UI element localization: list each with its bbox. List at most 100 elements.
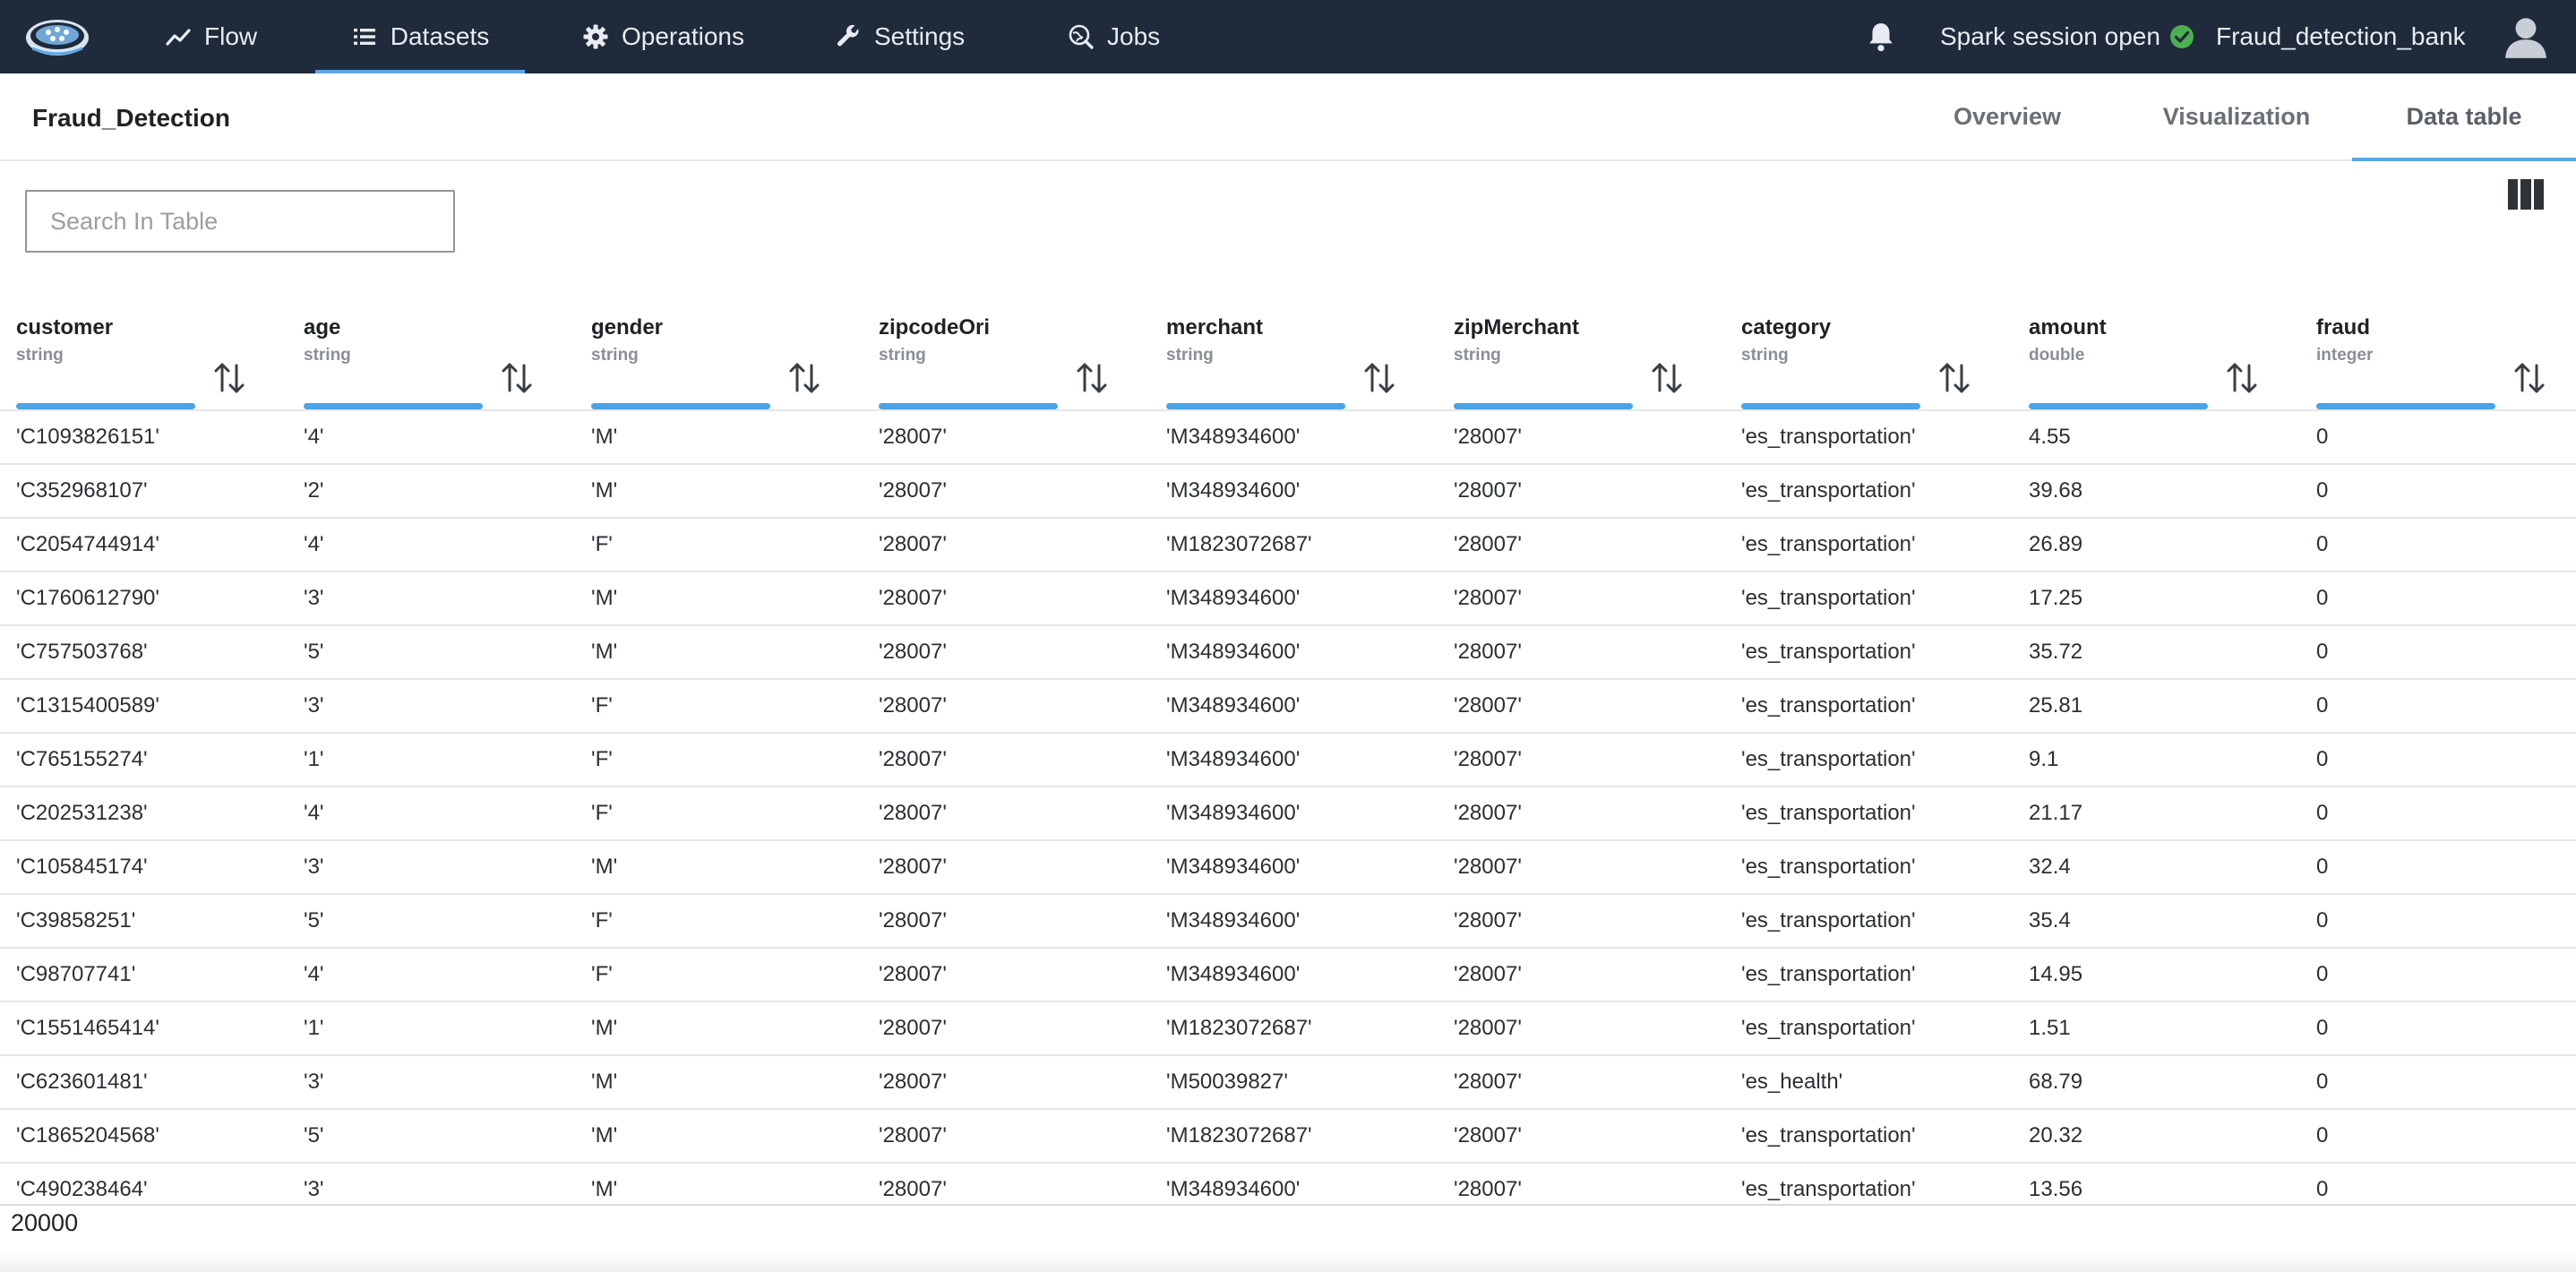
spark-session-status[interactable]: Spark session open [1940,0,2194,73]
table-row[interactable]: 'C98707741' '4' 'F' '28007' 'M348934600' '280… [0,948,2576,1002]
column-quality-bar [2316,403,2495,409]
table-cell-age: '1' [288,733,575,787]
table-cell-customer: 'C1865204568' [0,1109,288,1164]
table-cell-customer: 'C98707741' [0,948,288,1002]
table-cell-age: '2' [288,464,575,519]
table-row[interactable]: 'C352968107' '2' 'M' '28007' 'M348934600' '28… [0,464,2576,519]
table-cell-category: 'es_transportation' [1725,1001,2013,1056]
top-nav-bar: Flow Datasets Operations Settings Jobs S… [0,0,2576,73]
table-cell-fraud: 0 [2300,1163,2576,1204]
column-header-customer[interactable]: customer string [0,283,288,411]
nav-jobs[interactable]: Jobs [1068,0,1175,73]
table-row[interactable]: 'C490238464' '3' 'M' '28007' 'M348934600' '28… [0,1163,2576,1204]
column-header-content: merchant string [1166,315,1435,409]
sort-icon[interactable] [501,360,533,396]
user-avatar-icon [2505,18,2546,58]
table-cell-merchant: 'M348934600' [1150,786,1438,841]
table-cell-customer: 'C490238464' [0,1163,288,1204]
column-name: fraud [2316,315,2370,339]
table-cell-zipMerchant: '28007' [1438,1163,1725,1204]
table-row[interactable]: 'C1760612790' '3' 'M' '28007' 'M348934600' '2… [0,572,2576,626]
column-header-category[interactable]: category string [1725,283,2013,411]
globe-search-icon [1069,24,1094,49]
project-name[interactable]: Fraud_detection_bank [2216,0,2466,73]
table-cell-zipcodeOri: '28007' [863,679,1150,734]
table-row[interactable]: 'C1093826151' '4' 'M' '28007' 'M348934600' '2… [0,410,2576,465]
table-cell-merchant: 'M1823072687' [1150,1109,1438,1164]
column-name: merchant [1166,315,1264,339]
table-cell-merchant: 'M348934600' [1150,410,1438,465]
user-avatar[interactable] [2503,0,2549,73]
tab-overview[interactable]: Overview [1922,73,2092,159]
dataset-header: Fraud_Detection Overview Visualization D… [0,73,2576,161]
bell-icon [1869,23,1893,52]
column-chooser-button[interactable] [2508,179,2544,210]
table-row[interactable]: 'C1315400589' '3' 'F' '28007' 'M348934600' '2… [0,679,2576,734]
table-cell-amount: 35.72 [2013,625,2300,680]
table-cell-zipcodeOri: '28007' [863,625,1150,680]
table-search-input[interactable] [25,190,455,253]
sort-icon[interactable] [1076,360,1108,396]
table-cell-customer: 'C1315400589' [0,679,288,734]
table-cell-gender: 'M' [575,625,863,680]
nav-settings[interactable]: Settings [835,0,978,73]
column-header-amount[interactable]: amount double [2013,283,2300,411]
table-row[interactable]: 'C757503768' '5' 'M' '28007' 'M348934600' '28… [0,625,2576,680]
table-row[interactable]: 'C1865204568' '5' 'M' '28007' 'M1823072687' '… [0,1109,2576,1164]
tab-data-table[interactable]: Data table [2352,73,2576,161]
data-table-container[interactable]: customer string age string gender string zipco… [0,283,2576,1204]
tab-visualization[interactable]: Visualization [2144,73,2329,159]
sort-icon[interactable] [788,360,820,396]
table-cell-amount: 26.89 [2013,518,2300,572]
table-row[interactable]: 'C1551465414' '1' 'M' '28007' 'M1823072687' '… [0,1001,2576,1056]
table-cell-category: 'es_transportation' [1725,464,2013,519]
nav-datasets[interactable]: Datasets [315,0,525,73]
table-cell-zipcodeOri: '28007' [863,518,1150,572]
table-row[interactable]: 'C39858251' '5' 'F' '28007' 'M348934600' '280… [0,894,2576,949]
table-row[interactable]: 'C202531238' '4' 'F' '28007' 'M348934600' '28… [0,786,2576,841]
app-logo-icon[interactable] [23,13,91,59]
notifications-button[interactable] [1867,0,1895,73]
table-cell-customer: 'C757503768' [0,625,288,680]
sort-icon[interactable] [1938,360,1971,396]
table-cell-amount: 35.4 [2013,894,2300,949]
table-cell-customer: 'C39858251' [0,894,288,949]
sort-icon[interactable] [1651,360,1683,396]
table-row[interactable]: 'C765155274' '1' 'F' '28007' 'M348934600' '28… [0,733,2576,787]
sort-icon[interactable] [2513,360,2546,396]
column-header-zipMerchant[interactable]: zipMerchant string [1438,283,1725,411]
table-cell-zipMerchant: '28007' [1438,1001,1725,1056]
column-header-gender[interactable]: gender string [575,283,863,411]
table-row[interactable]: 'C105845174' '3' 'M' '28007' 'M348934600' '28… [0,840,2576,895]
table-cell-category: 'es_transportation' [1725,679,2013,734]
nav-flow-label: Flow [204,22,258,50]
sort-icon[interactable] [1363,360,1395,396]
column-header-fraud[interactable]: fraud integer [2300,283,2576,411]
column-header-age[interactable]: age string [288,283,575,411]
table-cell-category: 'es_transportation' [1725,410,2013,465]
bottom-shadow [0,1252,2576,1272]
project-name-label: Fraud_detection_bank [2216,22,2466,50]
table-cell-gender: 'M' [575,572,863,626]
table-row[interactable]: 'C2054744914' '4' 'F' '28007' 'M1823072687' '… [0,518,2576,572]
column-quality-bar [1454,403,1633,409]
column-quality-bar [1741,403,1920,409]
columns-icon [2508,179,2519,210]
column-header-merchant[interactable]: merchant string [1150,283,1438,411]
column-quality-bar [16,403,195,409]
table-cell-category: 'es_transportation' [1725,948,2013,1002]
table-cell-zipcodeOri: '28007' [863,840,1150,895]
column-header-zipcodeOri[interactable]: zipcodeOri string [863,283,1150,411]
sort-icon[interactable] [213,360,245,396]
table-row[interactable]: 'C623601481' '3' 'M' '28007' 'M50039827' '280… [0,1055,2576,1110]
nav-operations[interactable]: Operations [582,0,752,73]
table-cell-merchant: 'M348934600' [1150,948,1438,1002]
column-header-content: fraud integer [2316,315,2576,409]
table-cell-zipMerchant: '28007' [1438,625,1725,680]
table-cell-zipMerchant: '28007' [1438,840,1725,895]
nav-flow[interactable]: Flow [165,0,263,73]
table-cell-merchant: 'M348934600' [1150,1163,1438,1204]
sort-icon[interactable] [2226,360,2258,396]
column-header-content: amount double [2029,315,2297,409]
table-cell-fraud: 0 [2300,1055,2576,1110]
